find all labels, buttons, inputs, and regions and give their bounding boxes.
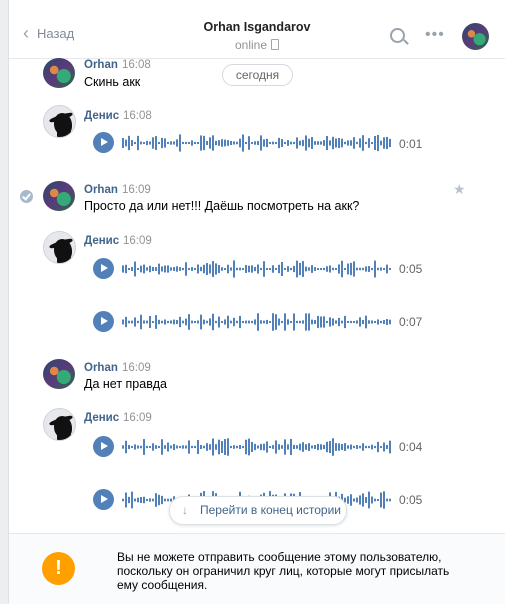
message-sender[interactable]: Денис (84, 110, 119, 122)
avatar[interactable] (43, 408, 76, 441)
voice-waveform[interactable] (122, 436, 392, 458)
avatar[interactable] (43, 231, 76, 264)
status-label: online (234, 38, 268, 52)
avatar[interactable] (43, 58, 75, 88)
play-button[interactable] (93, 436, 114, 457)
voice-duration: 0:05 (399, 493, 423, 507)
play-button[interactable] (93, 489, 114, 510)
avatar[interactable] (43, 181, 75, 211)
star-icon[interactable]: ★ (453, 181, 466, 198)
chat-window: ‹ Назад Orhan Isgandarov online ••• Orha… (8, 0, 505, 604)
warning-icon: ! (42, 552, 75, 585)
notice-text: Вы не можете отправить сообщение этому п… (117, 550, 450, 592)
message-sender[interactable]: Orhan (84, 362, 118, 374)
phone-icon (271, 39, 280, 50)
message-text: Просто да или нет!!! Даёшь посмотреть на… (84, 199, 360, 213)
play-button[interactable] (93, 132, 114, 153)
message-sender[interactable]: Orhan (84, 184, 118, 196)
message-text: Да нет правда (84, 377, 167, 391)
avatar[interactable] (43, 105, 76, 138)
voice-waveform[interactable] (122, 311, 392, 333)
message-time[interactable]: 16:08 (123, 110, 152, 122)
play-button[interactable] (93, 258, 114, 279)
message-sender[interactable]: Orhan (84, 59, 118, 71)
message-time[interactable]: 16:09 (123, 412, 152, 424)
message-time[interactable]: 16:09 (123, 235, 152, 247)
voice-duration: 0:07 (399, 315, 423, 329)
voice-duration: 0:05 (399, 262, 423, 276)
search-icon[interactable] (390, 28, 405, 43)
message-sender[interactable]: Денис (84, 235, 119, 247)
voice-waveform[interactable] (122, 258, 392, 280)
message-time[interactable]: 16:08 (122, 59, 151, 71)
chat-header: ‹ Назад Orhan Isgandarov online ••• (9, 0, 505, 59)
jump-to-end-label: Перейти в конец истории (200, 503, 341, 517)
avatar[interactable] (43, 359, 75, 389)
date-separator: сегодня (222, 64, 293, 86)
check-icon[interactable] (20, 190, 33, 203)
messaging-restricted-notice: ! Вы не можете отправить сообщение этому… (9, 533, 505, 604)
header-avatar[interactable] (462, 23, 489, 50)
message-text: Скинь акк (84, 75, 141, 89)
more-icon[interactable]: ••• (425, 26, 445, 44)
voice-duration: 0:04 (399, 440, 423, 454)
voice-waveform[interactable] (122, 132, 392, 154)
arrow-down-icon: ↓ (182, 503, 188, 517)
jump-to-end-button[interactable]: ↓ Перейти в конец истории (169, 496, 347, 525)
message-time[interactable]: 16:09 (122, 362, 151, 374)
voice-duration: 0:01 (399, 137, 423, 151)
message-time[interactable]: 16:09 (122, 184, 151, 196)
play-button[interactable] (93, 311, 114, 332)
message-sender[interactable]: Денис (84, 412, 119, 424)
